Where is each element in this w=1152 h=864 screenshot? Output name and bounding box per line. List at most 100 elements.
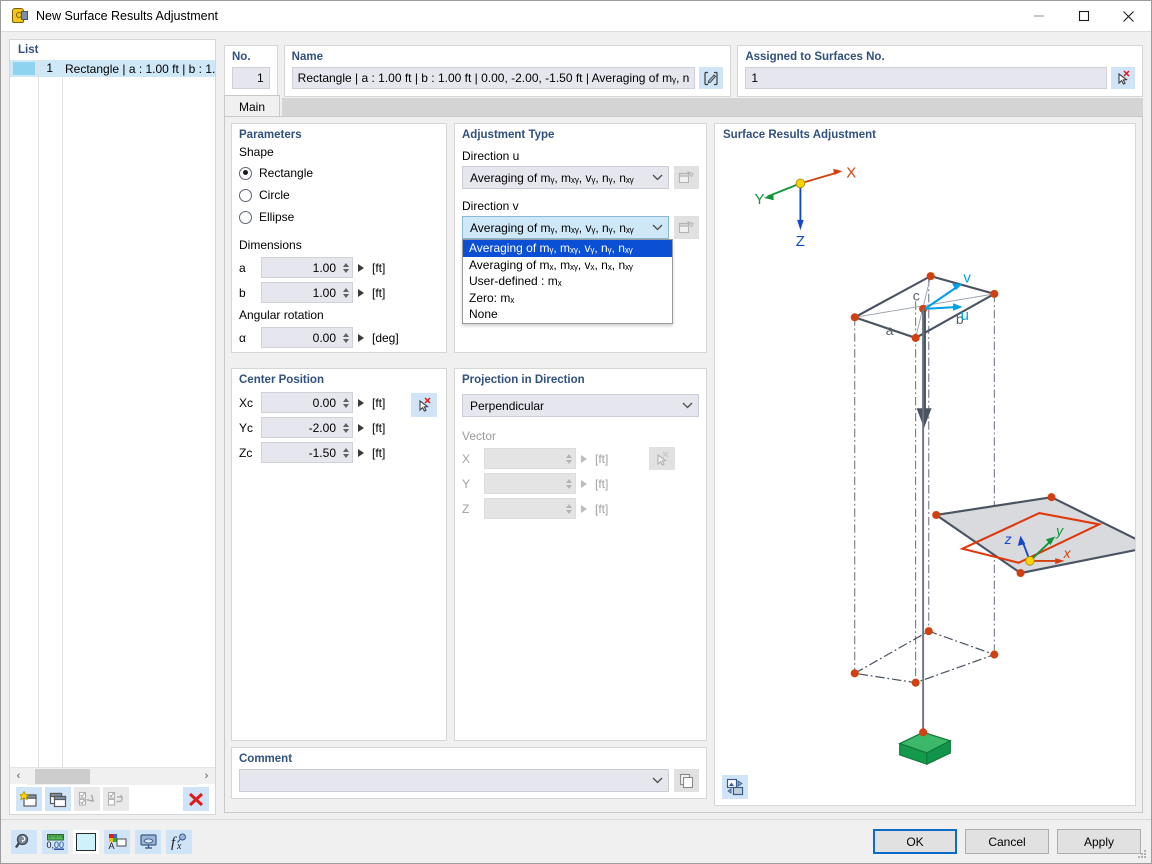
list-body[interactable]: 1 Rectangle | a : 1.00 ft | b : 1.00 f <box>10 60 215 767</box>
name-field[interactable]: Rectangle | a : 1.00 ft | b : 1.00 ft | … <box>291 67 696 89</box>
dropdown-option-4[interactable]: None <box>463 306 672 323</box>
shape-option-rectangle[interactable]: Rectangle <box>239 162 439 184</box>
surface-results-view[interactable]: Surface Results Adjustment X Y Z a b c v… <box>714 123 1152 806</box>
comment-copy-button[interactable] <box>674 769 699 792</box>
center-zc-stepper[interactable] <box>340 443 352 462</box>
close-button[interactable] <box>1106 1 1151 32</box>
resize-grip[interactable] <box>1136 848 1148 860</box>
center-zc-pick-icon[interactable] <box>353 442 369 463</box>
radio-circle-icon[interactable] <box>239 188 252 202</box>
cancel-button[interactable]: Cancel <box>965 829 1049 854</box>
formula-icon[interactable]: f x <box>166 829 192 854</box>
dropdown-option-0[interactable]: Averaging of mᵧ, mₓᵧ, vᵧ, nᵧ, nₓᵧ <box>463 240 672 257</box>
dropdown-option-1[interactable]: Averaging of mₓ, mₓᵧ, vₓ, nₓ, nₓᵧ <box>463 257 672 274</box>
pick-surfaces-button[interactable] <box>1111 67 1135 89</box>
vector-y-input <box>484 473 576 494</box>
scroll-left-icon[interactable]: ‹ <box>10 768 27 785</box>
chevron-down-icon[interactable] <box>650 777 664 784</box>
units-icon[interactable]: 0, 00 <box>42 829 68 854</box>
center-xc-name: Xc <box>239 395 254 410</box>
shape-option-circle[interactable]: Circle <box>239 184 439 206</box>
center-yc-row: Yc -2.00 [ft] <box>239 415 439 440</box>
projection-combo[interactable]: Perpendicular <box>462 394 699 417</box>
center-xc-stepper[interactable] <box>340 393 352 412</box>
dropdown-option-2[interactable]: User-defined : mₓ <box>463 273 672 290</box>
svg-text:v: v <box>963 270 971 287</box>
list-toolbar <box>10 784 215 814</box>
center-yc-stepper[interactable] <box>340 418 352 437</box>
center-zc-input[interactable]: -1.50 <box>261 442 353 463</box>
shape-option-ellipse[interactable]: Ellipse <box>239 206 439 228</box>
scroll-right-icon[interactable]: › <box>198 768 215 785</box>
radio-rectangle-icon[interactable] <box>239 166 252 180</box>
delete-item-button[interactable] <box>183 787 209 811</box>
center-yc-input[interactable]: -2.00 <box>261 417 353 438</box>
direction-u-combo[interactable]: Averaging of mᵧ, mₓᵧ, vᵧ, nᵧ, nₓᵧ <box>462 166 669 189</box>
projection-title: Projection in Direction <box>462 374 585 386</box>
new-adjustment-v-button <box>674 216 699 239</box>
tab-main[interactable]: Main <box>224 95 280 117</box>
scroll-track[interactable] <box>27 767 198 785</box>
shape-label-rectangle: Rectangle <box>259 166 314 180</box>
rotation-pick-icon[interactable] <box>353 327 369 348</box>
center-zc-row: Zc -1.50 [ft] <box>239 440 439 465</box>
dimension-a-input[interactable]: 1.00 <box>261 257 353 278</box>
base-outline <box>852 630 997 684</box>
chevron-down-icon[interactable] <box>680 402 694 409</box>
scroll-thumb[interactable] <box>35 768 90 784</box>
center-xc-input[interactable]: 0.00 <box>261 392 353 413</box>
edit-name-button[interactable] <box>699 67 724 89</box>
apply-button[interactable]: Apply <box>1057 829 1141 854</box>
chevron-down-icon[interactable] <box>650 224 664 231</box>
center-xc-value: 0.00 <box>312 395 336 410</box>
ok-button[interactable]: OK <box>873 829 957 854</box>
dimension-b-stepper[interactable] <box>340 283 352 302</box>
svg-text:y: y <box>1055 523 1064 539</box>
header-strip: No. 1 Name Rectangle | a : 1.00 ft | b :… <box>1 39 1151 97</box>
dimension-b-pick-icon[interactable] <box>353 282 369 303</box>
svg-text:X: X <box>846 165 856 182</box>
center-yc-value: -2.00 <box>308 420 336 435</box>
view-canvas[interactable]: X Y Z a b c v u x y z <box>715 144 1152 767</box>
radio-ellipse-icon[interactable] <box>239 210 252 224</box>
center-yc-name: Yc <box>239 420 254 435</box>
dimension-a-name: a <box>239 260 246 275</box>
center-yc-unit: [ft] <box>372 420 386 435</box>
view-settings-button[interactable] <box>722 775 748 799</box>
dropdown-option-3[interactable]: Zero: mₓ <box>463 290 672 307</box>
dimension-a-stepper[interactable] <box>340 258 352 277</box>
rotation-row: α 0.00 [deg] <box>239 325 439 350</box>
vector-y-stepper <box>563 474 575 493</box>
display-icon[interactable] <box>135 829 161 854</box>
center-xc-pick-icon[interactable] <box>353 392 369 413</box>
number-field[interactable]: 1 <box>232 67 270 89</box>
projection-group: Projection in Direction Perpendicular Ve… <box>454 368 707 741</box>
assigned-field[interactable]: 1 <box>745 67 1107 89</box>
rotation-input[interactable]: 0.00 <box>261 327 353 348</box>
chevron-down-icon[interactable] <box>650 174 664 181</box>
color-swatch-icon[interactable] <box>73 829 99 854</box>
pick-center-button[interactable] <box>411 393 437 417</box>
legend-icon[interactable]: A <box>104 829 130 854</box>
dimension-a-row: a 1.00 [ft] <box>239 255 439 280</box>
direction-v-dropdown-list[interactable]: Averaging of mᵧ, mₓᵧ, vᵧ, nᵧ, nₓᵧ Averag… <box>462 239 673 324</box>
dimension-b-input[interactable]: 1.00 <box>261 282 353 303</box>
name-group: Name Rectangle | a : 1.00 ft | b : 1.00 … <box>283 45 732 97</box>
comment-input[interactable] <box>239 769 669 792</box>
copy-item-button[interactable] <box>45 787 71 811</box>
vector-x-pick-icon <box>576 448 592 469</box>
adjustment-type-title: Adjustment Type <box>462 129 555 141</box>
dimension-b-name: b <box>239 285 246 300</box>
center-yc-pick-icon[interactable] <box>353 417 369 438</box>
rotation-stepper[interactable] <box>340 328 352 347</box>
new-item-button[interactable] <box>16 787 42 811</box>
list-horizontal-scrollbar[interactable]: ‹ › <box>10 767 215 785</box>
minimize-button[interactable] <box>1016 1 1061 32</box>
maximize-button[interactable] <box>1061 1 1106 32</box>
dimension-a-pick-icon[interactable] <box>353 257 369 278</box>
direction-v-combo[interactable]: Averaging of mᵧ, mₓᵧ, vᵧ, nᵧ, nₓᵧ <box>462 216 669 239</box>
search-icon[interactable] <box>11 829 37 854</box>
svg-text:A: A <box>108 841 114 850</box>
center-position-title: Center Position <box>239 374 324 386</box>
color-swatch[interactable] <box>76 832 96 851</box>
